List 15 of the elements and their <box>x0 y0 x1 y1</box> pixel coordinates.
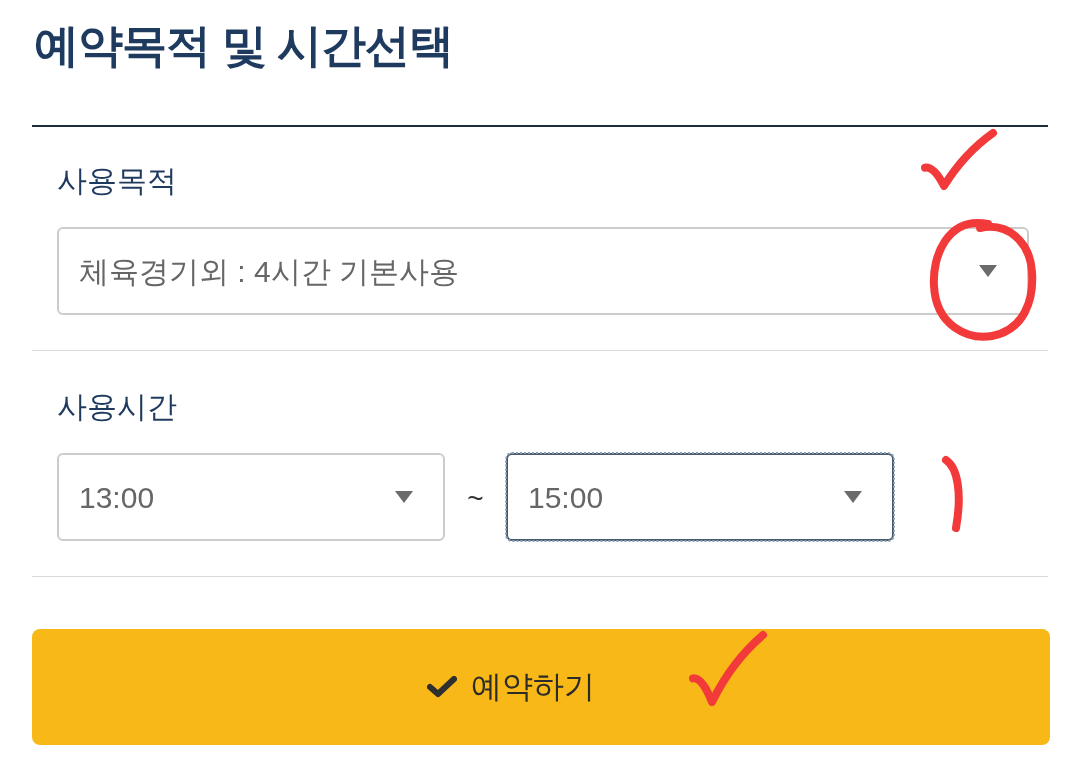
check-mark-icon <box>920 128 998 192</box>
caret-icon <box>844 491 862 503</box>
circle-mark-icon <box>928 216 1038 344</box>
end-time-select[interactable]: 15:00 <box>506 453 894 541</box>
range-separator: ~ <box>466 482 485 516</box>
caret-icon <box>395 491 413 503</box>
purpose-select[interactable]: 체육경기외 : 4시간 기본사용 <box>57 227 1029 315</box>
start-time-select[interactable]: 13:00 <box>57 453 445 541</box>
check-mark-icon <box>688 630 768 708</box>
caret-icon <box>979 265 997 277</box>
reserve-button[interactable]: 예약하기 <box>32 629 1050 745</box>
field-label: 사용시간 <box>57 390 177 423</box>
field-label: 사용목적 <box>57 164 177 197</box>
check-icon <box>427 676 457 698</box>
page-title: 예약목적 및 시간선택 <box>34 19 453 73</box>
